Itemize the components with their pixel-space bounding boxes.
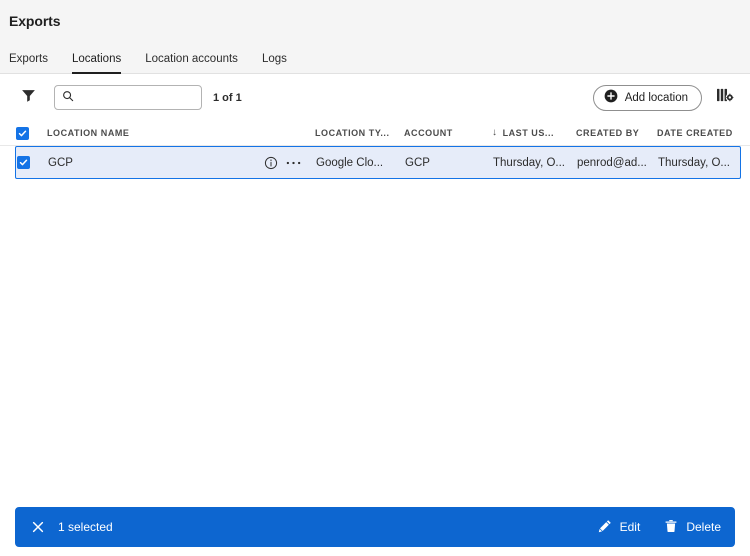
column-header-last-used-label: LAST US... [502,128,555,138]
table-toolbar: 1 of 1 Add location [0,74,750,121]
tab-exports[interactable]: Exports [9,53,61,74]
close-icon[interactable] [31,520,45,534]
column-header-date-created[interactable]: DATE CREATED [657,128,741,138]
filter-button[interactable] [16,86,40,110]
delete-label: Delete [686,520,721,534]
locations-table: LOCATION NAME LOCATION TY... ACCOUNT ↓ L… [0,121,750,179]
result-count: 1 of 1 [213,91,242,104]
action-bar-right: Edit Delete [598,519,721,536]
add-location-button[interactable]: Add location [592,84,702,111]
filter-funnel-icon [21,88,36,108]
page-title: Exports [9,12,61,29]
sort-descending-icon: ↓ [492,128,498,138]
column-header-account[interactable]: ACCOUNT [404,128,492,138]
action-bar-left: 1 selected [31,520,113,534]
cell-date-created: Thursday, O... [658,156,731,169]
row-checkbox-cell [17,156,48,169]
select-all-checkbox[interactable] [16,126,29,140]
trash-icon [664,519,678,536]
column-header-created-by[interactable]: CREATED BY [576,128,657,138]
edit-label: Edit [619,520,641,534]
search-input[interactable] [80,86,194,109]
selection-action-bar: 1 selected Edit Delete [15,507,735,547]
column-settings-icon [716,87,734,108]
page-header: Exports [0,0,750,41]
cell-account: GCP [405,156,430,169]
location-name-text: GCP [48,156,73,169]
tab-bar: Exports Locations Location accounts Logs [0,41,750,74]
selected-count-label: 1 selected [58,520,113,534]
column-settings-button[interactable] [713,86,737,110]
add-circle-icon [604,89,618,106]
edit-button[interactable]: Edit [598,519,641,536]
cell-location-type: Google Clo... [316,156,384,169]
column-header-location-type[interactable]: LOCATION TY... [315,128,404,138]
more-horizontal-icon[interactable] [282,160,304,166]
tab-locations[interactable]: Locations [59,53,134,74]
search-field[interactable] [54,85,202,110]
column-header-location-name[interactable]: LOCATION NAME [47,128,315,138]
search-icon [62,89,74,107]
pencil-icon [598,519,612,536]
column-header-last-used[interactable]: ↓ LAST US... [492,128,576,138]
tab-location-accounts[interactable]: Location accounts [132,53,251,74]
delete-button[interactable]: Delete [664,519,721,536]
cell-created-by: penrod@ad... [577,156,647,169]
info-circle-icon[interactable] [260,156,282,170]
cell-last-used: Thursday, O... [493,156,566,169]
select-all-checkbox-cell [16,126,47,140]
table-row[interactable]: GCP Google Clo... GCP Thursday, O... pen… [15,146,741,179]
cell-location-name: GCP [48,156,316,170]
tab-logs[interactable]: Logs [249,53,300,74]
add-location-label: Add location [624,91,688,104]
row-checkbox[interactable] [17,156,30,169]
table-header-row: LOCATION NAME LOCATION TY... ACCOUNT ↓ L… [0,121,750,146]
